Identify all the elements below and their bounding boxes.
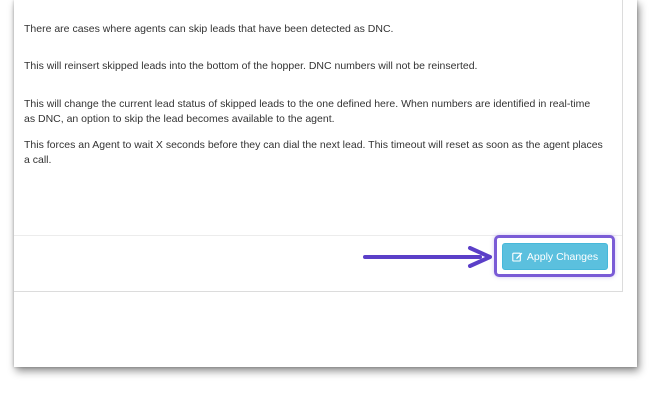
skipped-lead-status-help-text: This will change the current lead status… (24, 98, 591, 125)
annotation-arrow (363, 246, 492, 268)
apply-changes-label: Apply Changes (526, 250, 599, 263)
apply-changes-button[interactable]: Apply Changes (502, 243, 608, 270)
page-sheet: There are cases where agents can skip le… (14, 0, 637, 367)
settings-panel: There are cases where agents can skip le… (14, 0, 623, 292)
reinsert-skipped-help-text: This will reinsert skipped leads into th… (24, 60, 478, 72)
dial-timeout-help-text: This forces an Agent to wait X seconds b… (24, 139, 603, 166)
edit-icon (512, 251, 523, 262)
skip-dnc-help-text: There are cases where agents can skip le… (24, 23, 394, 35)
screenshot-stage: There are cases where agents can skip le… (0, 0, 662, 393)
